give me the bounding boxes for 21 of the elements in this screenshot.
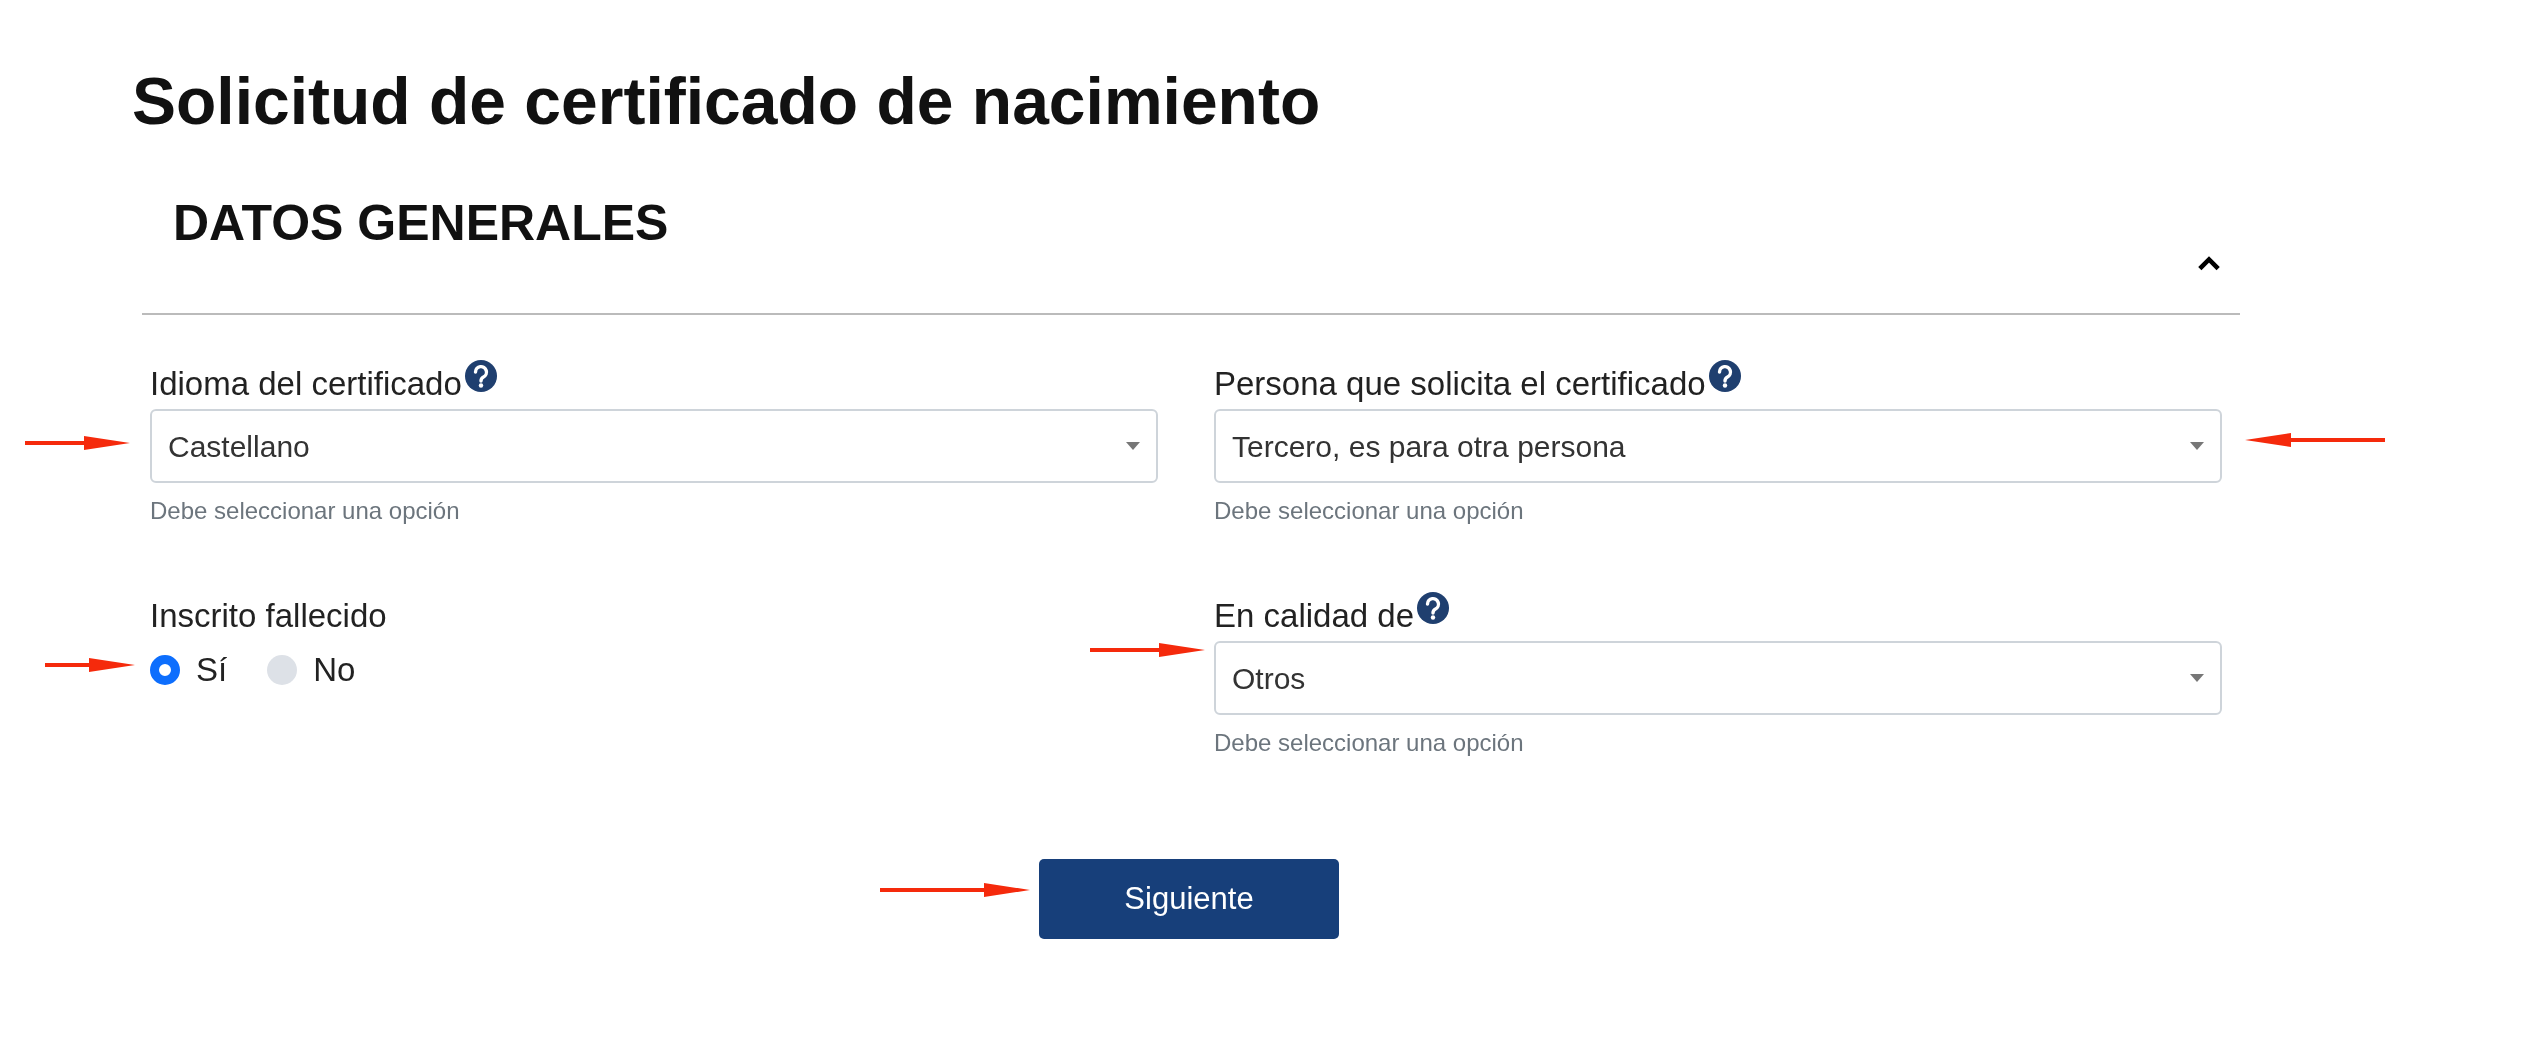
caret-icon [1126,442,1140,451]
select-field[interactable]: Tercero, es para otra persona [1214,409,2222,484]
caret-icon [2190,442,2204,451]
help-icon[interactable] [1707,359,1742,394]
help-icon[interactable] [463,359,498,394]
page-title: Solicitud de certificado de nacimiento [132,63,1322,140]
select-field[interactable]: Castellano [150,409,1158,484]
field-label: Persona que solicita el certificado [1214,364,1706,405]
section-title: DATOS GENERALES [173,194,670,254]
help-icon[interactable] [1416,591,1450,626]
radio-option[interactable]: No [267,645,356,695]
hint-text: Debe seleccionar una opción [150,496,460,527]
hint-text: Debe seleccionar una opción [1214,496,1524,527]
field-label: Idioma del certificado [150,364,462,405]
next-button[interactable]: Siguiente [1039,859,1339,940]
field-label: En calidad de [1214,596,1414,637]
field-label: Inscrito fallecido [150,596,387,637]
select-field[interactable]: Otros [1214,641,2222,716]
radio-option[interactable]: Sí [150,645,228,695]
hint-text: Debe seleccionar una opción [1214,728,1524,759]
caret-icon [2190,674,2204,683]
